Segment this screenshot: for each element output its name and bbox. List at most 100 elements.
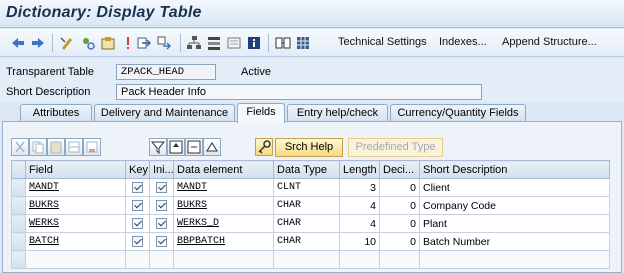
activate-icon[interactable] xyxy=(120,35,136,51)
where-used-icon[interactable] xyxy=(136,35,152,51)
field-name-cell[interactable]: BUKRS xyxy=(25,196,126,215)
row-selector[interactable] xyxy=(11,250,26,269)
row-selector[interactable] xyxy=(11,232,26,251)
fields-table: Field Key Ini... Data element Data Type … xyxy=(11,160,610,269)
data-element-cell[interactable]: BBPBATCH xyxy=(173,232,274,251)
table-row: BATCH BBPBATCH CHAR 10 0 Batch Number xyxy=(11,232,610,251)
empty-cell[interactable] xyxy=(149,250,174,269)
empty-cell[interactable] xyxy=(273,250,340,269)
empty-cell[interactable] xyxy=(25,250,126,269)
table-name-field[interactable]: ZPACK_HEAD xyxy=(116,64,216,80)
checkbox-checked-icon xyxy=(156,181,167,193)
short-description-cell[interactable]: Batch Number xyxy=(419,232,610,251)
decimals-cell[interactable]: 0 xyxy=(379,232,420,251)
empty-cell[interactable] xyxy=(173,250,274,269)
table-status: Active xyxy=(241,66,271,78)
decimals-cell[interactable]: 0 xyxy=(379,196,420,215)
copy-icon[interactable] xyxy=(29,138,47,156)
field-name-cell[interactable]: WERKS xyxy=(25,214,126,233)
tab-currency-quantity-fields[interactable]: Currency/Quantity Fields xyxy=(390,104,526,122)
forward-arrow-icon[interactable] xyxy=(30,35,46,51)
data-type-cell[interactable]: CLNT xyxy=(273,178,340,197)
display-object-icon[interactable] xyxy=(226,35,242,51)
data-element-cell[interactable]: WERKS_D xyxy=(173,214,274,233)
data-type-cell[interactable]: CHAR xyxy=(273,232,340,251)
tab-entry-help-check[interactable]: Entry help/check xyxy=(287,104,388,122)
key-checkbox[interactable] xyxy=(125,178,150,197)
decimals-cell[interactable]: 0 xyxy=(379,214,420,233)
delete-row-icon[interactable] xyxy=(83,138,101,156)
check-icon[interactable] xyxy=(100,35,116,51)
length-cell[interactable]: 4 xyxy=(339,214,380,233)
empty-cell[interactable] xyxy=(419,250,610,269)
column-header[interactable]: Deci... xyxy=(379,160,420,179)
navigate-icon[interactable] xyxy=(156,35,172,51)
short-description-cell[interactable]: Plant xyxy=(419,214,610,233)
append-structure-icon[interactable] xyxy=(275,35,291,51)
empty-cell[interactable] xyxy=(125,250,150,269)
initial-checkbox[interactable] xyxy=(149,214,174,233)
filter-icon[interactable] xyxy=(149,138,167,156)
key-checkbox[interactable] xyxy=(125,232,150,251)
find-next-icon[interactable] xyxy=(203,138,221,156)
display-change-icon[interactable] xyxy=(59,35,75,51)
object-list-icon[interactable] xyxy=(206,35,222,51)
sort-icon[interactable] xyxy=(167,138,185,156)
tab-attributes[interactable]: Attributes xyxy=(20,104,92,122)
column-header[interactable]: Field xyxy=(25,160,126,179)
cut-icon[interactable] xyxy=(11,138,29,156)
row-selector[interactable] xyxy=(11,196,26,215)
initial-checkbox[interactable] xyxy=(149,232,174,251)
title-bar: Dictionary: Display Table xyxy=(0,0,624,28)
field-name-cell[interactable]: BATCH xyxy=(25,232,126,251)
key-checkbox[interactable] xyxy=(125,196,150,215)
data-type-cell[interactable]: CHAR xyxy=(273,196,340,215)
length-cell[interactable]: 3 xyxy=(339,178,380,197)
key-icon[interactable] xyxy=(255,138,273,156)
table-contents-icon[interactable] xyxy=(295,35,311,51)
initial-checkbox[interactable] xyxy=(149,178,174,197)
toolbar-separator xyxy=(52,34,53,52)
find-icon[interactable] xyxy=(185,138,203,156)
decimals-cell[interactable]: 0 xyxy=(379,178,420,197)
column-header[interactable]: Data Type xyxy=(273,160,340,179)
empty-row xyxy=(11,250,610,269)
other-object-icon[interactable] xyxy=(80,35,96,51)
short-description-cell[interactable]: Client xyxy=(419,178,610,197)
row-selector[interactable] xyxy=(11,214,26,233)
field-name-cell[interactable]: MANDT xyxy=(25,178,126,197)
technical-settings-button[interactable]: Technical Settings xyxy=(338,36,427,48)
select-all-column[interactable] xyxy=(11,160,26,179)
paste-icon[interactable] xyxy=(47,138,65,156)
data-element-cell[interactable]: MANDT xyxy=(173,178,274,197)
column-header[interactable]: Key xyxy=(125,160,150,179)
table-header-section: Transparent Table ZPACK_HEAD Active Shor… xyxy=(0,58,624,102)
empty-cell[interactable] xyxy=(379,250,420,269)
column-header[interactable]: Data element xyxy=(173,160,274,179)
initial-checkbox[interactable] xyxy=(149,196,174,215)
predefined-type-button[interactable]: Predefined Type xyxy=(348,138,443,157)
table-row: WERKS WERKS_D CHAR 4 0 Plant xyxy=(11,214,610,233)
short-description-cell[interactable]: Company Code xyxy=(419,196,610,215)
tab-fields[interactable]: Fields xyxy=(237,103,285,123)
key-checkbox[interactable] xyxy=(125,214,150,233)
data-type-cell[interactable]: CHAR xyxy=(273,214,340,233)
row-selector[interactable] xyxy=(11,178,26,197)
length-cell[interactable]: 4 xyxy=(339,196,380,215)
search-help-button[interactable]: Srch Help xyxy=(275,138,343,157)
back-arrow-icon[interactable] xyxy=(10,35,26,51)
hierarchy-icon[interactable] xyxy=(186,35,202,51)
column-header[interactable]: Length xyxy=(339,160,380,179)
indexes-button[interactable]: Indexes... xyxy=(439,36,487,48)
checkbox-checked-icon xyxy=(156,217,167,229)
column-header[interactable]: Ini... xyxy=(149,160,174,179)
empty-cell[interactable] xyxy=(339,250,380,269)
data-element-cell[interactable]: BUKRS xyxy=(173,196,274,215)
tab-delivery-maintenance[interactable]: Delivery and Maintenance xyxy=(94,104,235,122)
info-icon[interactable] xyxy=(246,35,262,51)
insert-row-icon[interactable] xyxy=(65,138,83,156)
column-header[interactable]: Short Description xyxy=(419,160,610,179)
short-description-field[interactable]: Pack Header Info xyxy=(116,84,482,100)
length-cell[interactable]: 10 xyxy=(339,232,380,251)
append-structure-button[interactable]: Append Structure... xyxy=(502,36,597,48)
